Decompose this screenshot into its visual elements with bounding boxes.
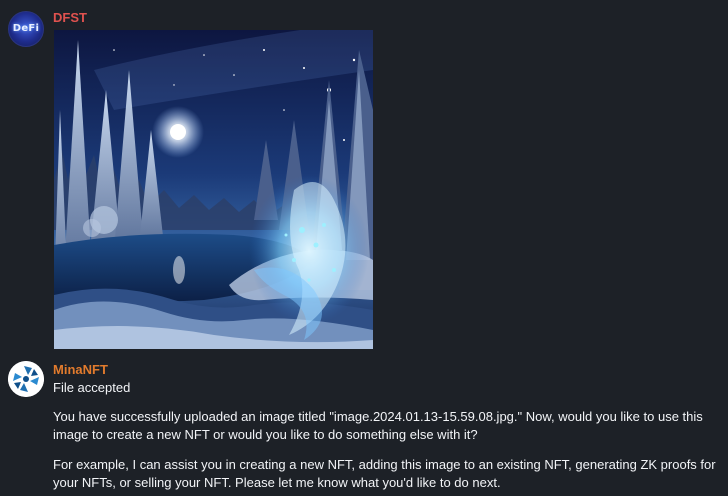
message-line-status: File accepted bbox=[53, 380, 131, 395]
sender-name-minanft[interactable]: MinaNFT bbox=[53, 362, 108, 377]
message-paragraph-options: For example, I can assist you in creatin… bbox=[53, 457, 716, 490]
image-attachment[interactable] bbox=[54, 30, 373, 349]
mina-logo-icon bbox=[8, 361, 44, 397]
night-forest-spirit-image bbox=[54, 30, 373, 349]
message-paragraph-upload: You have successfully uploaded an image … bbox=[53, 409, 703, 442]
minanft-avatar[interactable] bbox=[8, 361, 44, 397]
dfst-avatar[interactable]: DeFi bbox=[8, 11, 44, 47]
avatar-label: DeFi bbox=[12, 23, 40, 34]
chat-view: DeFi DFST MinaNFT File accepted You have… bbox=[0, 0, 728, 496]
sender-name-dfst[interactable]: DFST bbox=[53, 10, 87, 25]
